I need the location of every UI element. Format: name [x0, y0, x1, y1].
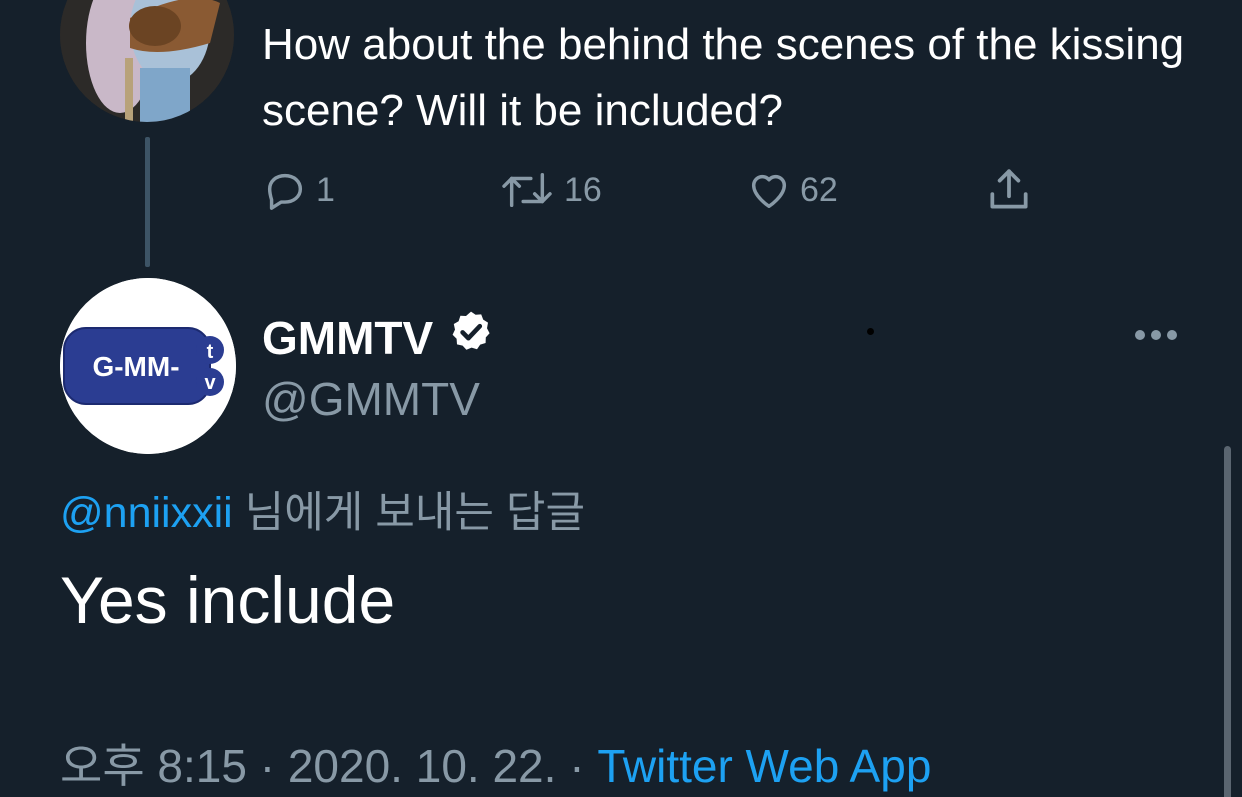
like-count: 62 — [800, 170, 838, 209]
avatar-photo — [60, 0, 234, 122]
gmmtv-logo: G-MM- t v — [60, 278, 236, 454]
tweet-time: 오후 8:15 — [60, 740, 247, 792]
reply-button[interactable]: 1 — [262, 162, 335, 218]
previous-tweet-text: How about the behind the scenes of the k… — [262, 20, 1185, 135]
replying-to-line: @nniixxii 님에게 보내는 답글 — [60, 478, 585, 540]
verified-badge-icon — [447, 308, 495, 367]
reply-count: 1 — [316, 170, 335, 209]
reply-mention-link[interactable]: @nniixxii — [60, 489, 233, 537]
more-options-icon[interactable] — [1128, 320, 1184, 350]
share-button[interactable] — [984, 162, 1034, 218]
display-name-text: GMMTV — [262, 311, 434, 364]
tweet-metadata: 오후 8:15 · 2020. 10. 22. · Twitter Web Ap… — [60, 730, 931, 796]
tweet-source-link[interactable]: Twitter Web App — [597, 740, 931, 792]
tweet-date: 2020. 10. 22. — [287, 740, 557, 792]
user-handle[interactable]: @GMMTV — [262, 372, 480, 426]
share-icon — [984, 165, 1034, 215]
thread-connector-line — [145, 137, 150, 267]
display-name[interactable]: GMMTV — [262, 308, 495, 367]
previous-tweet-actions: 1 16 62 — [262, 162, 1062, 218]
svg-text:v: v — [204, 372, 216, 394]
tweet-text: Yes include — [60, 563, 396, 637]
meta-separator: · — [556, 740, 598, 792]
artifact-dot — [867, 328, 874, 335]
svg-text:t: t — [207, 341, 214, 363]
tweet-detail-screen: How about the behind the scenes of the k… — [0, 0, 1242, 797]
retweet-icon — [498, 167, 556, 213]
meta-separator: · — [246, 740, 288, 792]
like-button[interactable]: 62 — [746, 162, 838, 218]
scrollbar[interactable] — [1224, 446, 1231, 797]
heart-icon — [746, 167, 792, 213]
reply-icon — [262, 167, 308, 213]
logo-text: G-MM- — [92, 351, 179, 382]
reply-to-suffix: 님에게 보내는 답글 — [232, 489, 586, 537]
retweet-count: 16 — [564, 170, 602, 209]
gmmtv-avatar[interactable]: G-MM- t v — [60, 278, 236, 454]
retweet-button[interactable]: 16 — [498, 162, 602, 218]
previous-tweet-avatar[interactable] — [60, 0, 234, 122]
